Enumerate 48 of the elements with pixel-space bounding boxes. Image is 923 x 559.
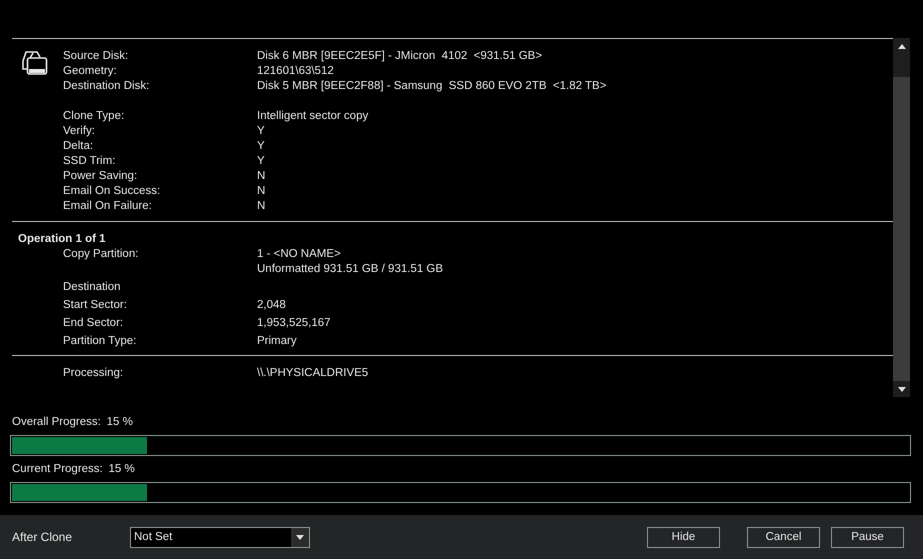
field-value: Y xyxy=(257,154,265,169)
field-label: Clone Type: xyxy=(63,109,126,124)
field-value: Primary xyxy=(257,334,297,349)
field-label: Power Saving: xyxy=(63,169,138,184)
after-clone-dropdown[interactable]: Not Set xyxy=(130,526,310,548)
scroll-down-icon[interactable] xyxy=(898,386,906,392)
field-value: Disk 6 MBR [9EEC2E5F] - JMicron 4102 <931.51 GB> xyxy=(257,49,542,64)
footer-button[interactable]: Pause xyxy=(831,526,904,548)
field-label: Destination Disk: xyxy=(63,79,150,94)
field-value: \\.\PHYSICALDRIVE5 xyxy=(257,366,368,381)
footer-button[interactable]: Hide xyxy=(647,526,720,548)
scroll-up-icon[interactable] xyxy=(898,44,906,48)
field-value: Disk 5 MBR [9EEC2F88] - Samsung SSD 860 EVO 2TB <1.82 TB> xyxy=(257,79,606,94)
drive-icon xyxy=(20,49,50,77)
field-label: Source Disk: xyxy=(63,49,130,64)
progress-reading: 15 % xyxy=(108,462,135,477)
scrollbar-thumb[interactable] xyxy=(893,77,910,381)
field-value: Y xyxy=(257,124,265,139)
field-value: 1 - <NO NAME> xyxy=(257,247,342,262)
field-value: 121601\63\512 xyxy=(257,64,334,79)
caret-icon xyxy=(296,534,304,540)
field-label: Copy Partition: xyxy=(63,247,140,262)
progress-label: Current Progress: xyxy=(12,462,103,477)
field-label: Start Sector: xyxy=(63,298,128,313)
field-label: Delta: xyxy=(63,139,94,154)
progress-label: Overall Progress: xyxy=(12,415,101,430)
field-label: Destination xyxy=(63,280,122,295)
field-value: Y xyxy=(257,139,265,154)
scrollbar[interactable] xyxy=(893,38,910,397)
operation-heading: Operation 1 of 1 xyxy=(17,232,107,247)
field-value: N xyxy=(257,169,266,184)
field-value: 2,048 xyxy=(257,298,286,313)
field-value: 1,953,525,167 xyxy=(257,316,331,331)
field-label: SSD Trim: xyxy=(63,154,116,169)
field-value: N xyxy=(257,184,266,199)
field-value: Intelligent sector copy xyxy=(257,109,368,124)
progress-reading: 15 % xyxy=(106,415,133,430)
footer-button[interactable]: Cancel xyxy=(747,526,820,548)
field-value: N xyxy=(257,199,266,214)
field-label: Partition Type: xyxy=(63,334,138,349)
field-label: Geometry: xyxy=(63,64,118,79)
field-label: Email On Failure: xyxy=(63,199,153,214)
field-label: Email On Success: xyxy=(63,184,162,199)
field-value: Unformatted 931.51 GB / 931.51 GB xyxy=(257,262,444,277)
field-label: Processing: xyxy=(63,366,124,381)
field-label: End Sector: xyxy=(63,316,124,331)
after-clone-label: After Clone xyxy=(12,530,74,544)
field-label: Verify: xyxy=(63,124,96,139)
